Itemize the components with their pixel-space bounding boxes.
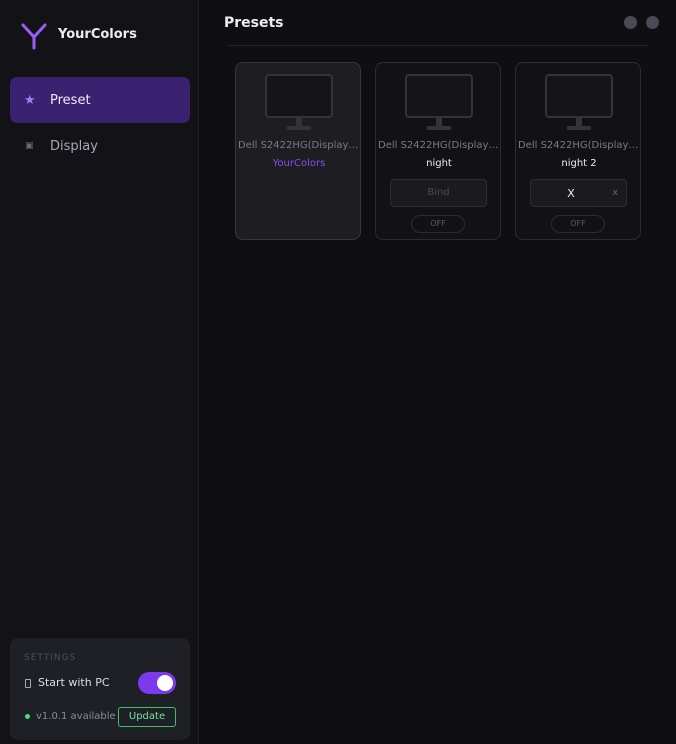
monitor-name: Dell S2422HG(DisplayPort) [238, 140, 361, 151]
version-status: v1.0.1 available [36, 711, 116, 722]
preset-toggle-button[interactable]: OFF [411, 215, 465, 233]
preset-card[interactable]: Dell S2422HG(DisplayPort) night 2 X x OF… [515, 62, 641, 240]
hotkey-input[interactable]: X x [530, 179, 627, 207]
monitor-name: Dell S2422HG(DisplayPort) [378, 140, 501, 151]
minimize-button[interactable] [624, 16, 637, 29]
sidebar-item-label: Preset [50, 92, 91, 108]
yourcolors-logo-icon [21, 23, 47, 50]
start-with-pc-checkbox[interactable] [25, 679, 31, 688]
monitor-name: Dell S2422HG(DisplayPort) [518, 140, 641, 151]
preset-card[interactable]: Dell S2422HG(DisplayPort) YourColors [235, 62, 361, 240]
preset-name: night [426, 158, 452, 169]
close-button[interactable] [646, 16, 659, 29]
sidebar-item-preset[interactable]: ★ Preset [10, 77, 190, 123]
app-name: YourColors [58, 27, 137, 42]
monitor-icon [265, 74, 333, 130]
monitor-icon: ▣ [25, 141, 34, 151]
clear-hotkey-button[interactable]: x [613, 188, 618, 198]
page-title: Presets [224, 15, 284, 31]
toggle-knob [157, 675, 173, 691]
settings-panel: SETTINGS Start with PC v1.0.1 available … [10, 638, 190, 740]
sidebar-item-label: Display [50, 138, 98, 154]
preset-toggle-button[interactable]: OFF [551, 215, 605, 233]
monitor-icon [405, 74, 473, 130]
preset-name: night 2 [561, 158, 597, 169]
preset-name: YourColors [272, 158, 326, 169]
divider [227, 45, 648, 46]
hotkey-bind-input[interactable]: Bind [390, 179, 487, 207]
start-with-pc-toggle[interactable] [138, 672, 176, 694]
hotkey-value: X [567, 187, 575, 200]
sidebar-item-display[interactable]: ▣ Display [10, 123, 190, 169]
settings-title: SETTINGS [24, 653, 77, 663]
update-button[interactable]: Update [118, 707, 176, 727]
main-panel: Presets Dell S2422HG(DisplayPort) YourCo… [200, 0, 676, 744]
star-icon: ★ [24, 92, 36, 108]
start-with-pc-label: Start with PC [38, 676, 110, 689]
sidebar: YourColors ★ Preset ▣ Display SETTINGS S… [0, 0, 199, 744]
update-status-dot-icon [25, 714, 30, 719]
preset-card[interactable]: Dell S2422HG(DisplayPort) night Bind OFF [375, 62, 501, 240]
monitor-icon [545, 74, 613, 130]
